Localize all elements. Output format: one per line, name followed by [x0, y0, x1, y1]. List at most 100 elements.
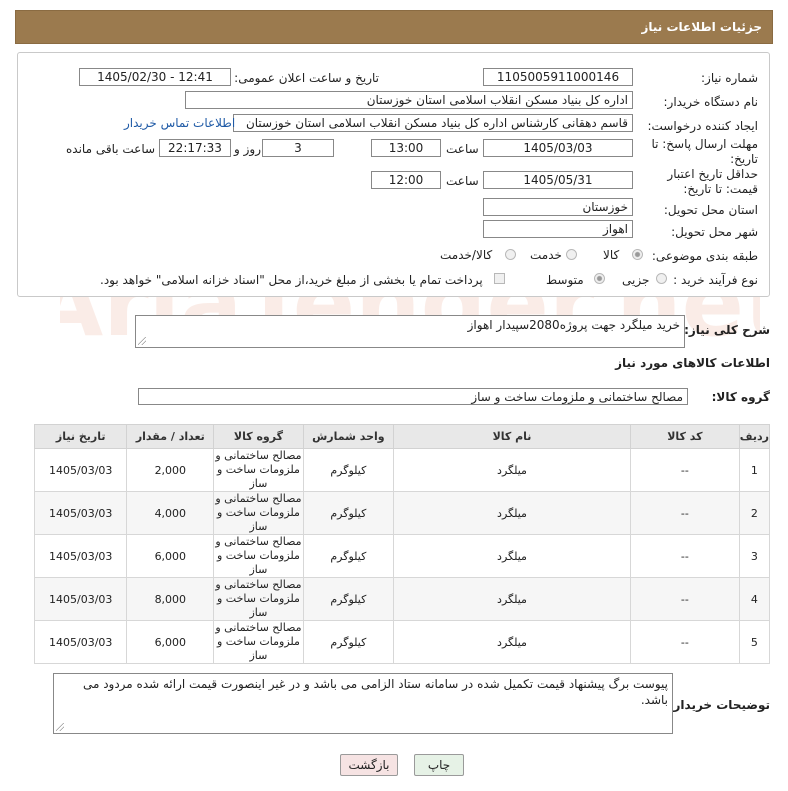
need-number-label: شماره نیاز: — [701, 71, 758, 85]
cell-item-code: -- — [629, 620, 740, 664]
buyer-org-label: نام دستگاه خریدار: — [663, 95, 759, 109]
process-option-medium: متوسط — [546, 273, 584, 287]
cell-item-group: مصالح ساختمانی و ملزومات ساخت و ساز — [213, 620, 304, 664]
cell-unit: کیلوگرم — [302, 448, 395, 492]
page-header: جزئیات اطلاعات نیاز — [15, 10, 773, 44]
category-label: طبقه بندی موضوعی: — [651, 249, 758, 263]
process-radio-minor[interactable] — [656, 273, 667, 284]
cell-row-number: 3 — [738, 534, 771, 578]
cell-need-date: 1405/03/03 — [33, 491, 128, 535]
price-validity-time-field: 12:00 — [371, 171, 441, 189]
col-header-need-date: تاریخ نیاز — [33, 424, 128, 449]
remaining-time-field: 22:17:33 — [159, 139, 231, 157]
need-number-field: 1105005911000146 — [483, 68, 633, 86]
description-text: خرید میلگرد جهت پروژه2080سپیدار اهواز — [467, 318, 680, 332]
description-label: شرح کلی نیاز: — [684, 323, 770, 337]
cell-item-name: میلگرد — [393, 491, 631, 535]
table-row: 1 -- میلگرد کیلوگرم مصالح ساختمانی و ملز… — [33, 448, 771, 492]
cell-row-number: 4 — [738, 577, 771, 621]
goods-group-label: گروه کالا: — [711, 390, 770, 404]
category-radio-goods[interactable] — [632, 249, 643, 260]
buyer-notes-text: پیوست برگ پیشنهاد قیمت تکمیل شده در ساما… — [82, 677, 668, 707]
col-header-item-group: گروه کالا — [213, 424, 304, 449]
creator-label: ایجاد کننده درخواست: — [647, 119, 758, 133]
buyer-notes-label: توضیحات خریدار: — [668, 698, 770, 712]
announce-field: 1405/02/30 - 12:41 — [79, 68, 231, 86]
days-and-label: روز و — [234, 142, 261, 156]
cell-item-code: -- — [629, 448, 740, 492]
table-row: 2 -- میلگرد کیلوگرم مصالح ساختمانی و ملز… — [33, 491, 771, 535]
cell-unit: کیلوگرم — [302, 491, 395, 535]
resize-grip-icon[interactable] — [138, 337, 146, 345]
cell-item-name: میلگرد — [393, 448, 631, 492]
deadline-label: مهلت ارسال پاسخ: تا تاریخ: — [651, 137, 758, 166]
table-row: 4 -- میلگرد کیلوگرم مصالح ساختمانی و ملز… — [33, 577, 771, 621]
cell-need-date: 1405/03/03 — [33, 577, 128, 621]
deadline-time-field: 13:00 — [371, 139, 441, 157]
cell-quantity: 8,000 — [126, 577, 215, 621]
process-type-label: نوع فرآیند خرید : — [673, 273, 758, 287]
cell-item-code: -- — [629, 577, 740, 621]
buyer-contact-link[interactable]: اطلاعات تماس خریدار — [124, 116, 235, 130]
creator-field: قاسم دهقانی کارشناس اداره کل بنیاد مسکن … — [233, 114, 633, 132]
city-label: شهر محل تحویل: — [671, 225, 758, 239]
cell-item-group: مصالح ساختمانی و ملزومات ساخت و ساز — [213, 448, 304, 492]
category-option-goods: کالا — [603, 248, 620, 262]
cell-item-group: مصالح ساختمانی و ملزومات ساخت و ساز — [213, 534, 304, 578]
process-radio-medium[interactable] — [594, 273, 605, 284]
cell-unit: کیلوگرم — [302, 620, 395, 664]
cell-item-name: میلگرد — [393, 620, 631, 664]
cell-item-group: مصالح ساختمانی و ملزومات ساخت و ساز — [213, 491, 304, 535]
cell-quantity: 6,000 — [126, 620, 215, 664]
category-radio-service[interactable] — [566, 249, 577, 260]
cell-row-number: 5 — [738, 620, 771, 664]
col-header-quantity: تعداد / مقدار — [126, 424, 215, 449]
cell-quantity: 2,000 — [126, 448, 215, 492]
cell-item-group: مصالح ساختمانی و ملزومات ساخت و ساز — [213, 577, 304, 621]
resize-grip-icon[interactable] — [56, 723, 64, 731]
description-textarea[interactable]: خرید میلگرد جهت پروژه2080سپیدار اهواز — [135, 315, 685, 348]
cell-item-code: -- — [629, 491, 740, 535]
col-header-item-name: نام کالا — [393, 424, 631, 449]
table-row: 3 -- میلگرد کیلوگرم مصالح ساختمانی و ملز… — [33, 534, 771, 578]
goods-group-field: مصالح ساختمانی و ملزومات ساخت و ساز — [138, 388, 688, 405]
back-button[interactable]: بازگشت — [340, 754, 398, 776]
table-row: 5 -- میلگرد کیلوگرم مصالح ساختمانی و ملز… — [33, 620, 771, 664]
buyer-org-field: اداره کل بنیاد مسکن انقلاب اسلامی استان … — [185, 91, 633, 109]
process-option-minor: جزیی — [622, 273, 650, 287]
announce-label: تاریخ و ساعت اعلان عمومی: — [234, 71, 379, 85]
buyer-notes-textarea[interactable]: پیوست برگ پیشنهاد قیمت تکمیل شده در ساما… — [53, 673, 673, 734]
category-option-goods-service: کالا/خدمت — [440, 248, 493, 262]
price-validity-time-label: ساعت — [446, 174, 479, 188]
cell-quantity: 4,000 — [126, 491, 215, 535]
col-header-row-number: ردیف — [738, 424, 771, 449]
price-validity-date-field: 1405/05/31 — [483, 171, 633, 189]
cell-unit: کیلوگرم — [302, 577, 395, 621]
cell-quantity: 6,000 — [126, 534, 215, 578]
print-button[interactable]: چاپ — [414, 754, 464, 776]
cell-item-code: -- — [629, 534, 740, 578]
category-option-service: خدمت — [530, 248, 562, 262]
price-validity-label: حداقل تاریخ اعتبار قیمت: تا تاریخ: — [667, 167, 758, 196]
page-title: جزئیات اطلاعات نیاز — [641, 20, 762, 34]
province-label: استان محل تحویل: — [663, 203, 758, 217]
cell-need-date: 1405/03/03 — [33, 448, 128, 492]
cell-need-date: 1405/03/03 — [33, 534, 128, 578]
deadline-date-field: 1405/03/03 — [483, 139, 633, 157]
deadline-time-label: ساعت — [446, 142, 479, 156]
cell-row-number: 2 — [738, 491, 771, 535]
remaining-time-label: ساعت باقی مانده — [66, 142, 156, 156]
cell-item-name: میلگرد — [393, 534, 631, 578]
col-header-unit: واحد شمارش — [302, 424, 395, 449]
cell-need-date: 1405/03/03 — [33, 620, 128, 664]
goods-table: ردیف کد کالا نام کالا واحد شمارش گروه کا… — [33, 424, 771, 664]
col-header-item-code: کد کالا — [629, 424, 740, 449]
city-field: اهواز — [483, 220, 633, 238]
treasury-checkbox[interactable] — [494, 273, 505, 284]
category-radio-goods-service[interactable] — [505, 249, 516, 260]
cell-unit: کیلوگرم — [302, 534, 395, 578]
table-header-row: ردیف کد کالا نام کالا واحد شمارش گروه کا… — [33, 424, 771, 449]
cell-row-number: 1 — [738, 448, 771, 492]
province-field: خوزستان — [483, 198, 633, 216]
days-remaining-field: 3 — [262, 139, 334, 157]
